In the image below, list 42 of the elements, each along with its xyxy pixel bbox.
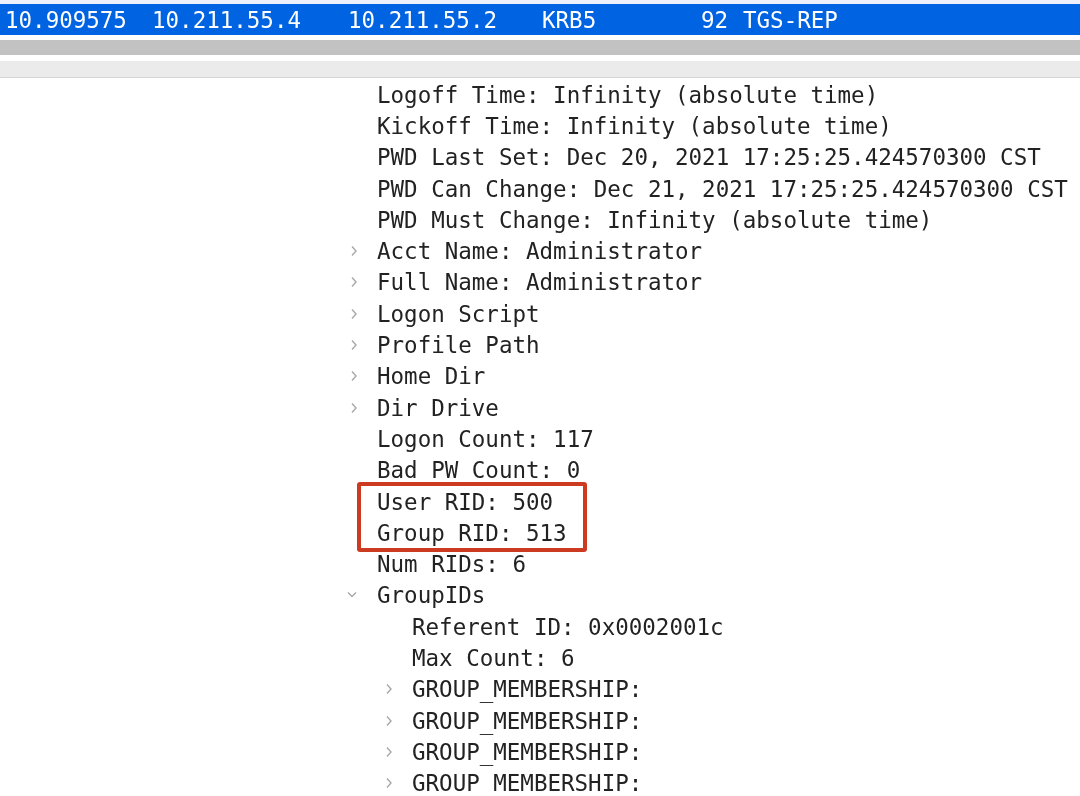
chevron-right-icon[interactable] <box>349 338 359 352</box>
tree-item[interactable]: Full Name: Administrator <box>377 269 703 296</box>
chevron-right-icon[interactable] <box>384 744 394 759</box>
tree-item: Logon Count: 117 <box>377 425 594 452</box>
protocol-cell-text: KRB5 <box>542 6 598 33</box>
source-cell-text: 10.211.55.4 <box>152 6 302 33</box>
tree-item[interactable]: Home Dir <box>377 363 486 390</box>
tree-item[interactable]: GROUP_MEMBERSHIP: <box>412 676 643 703</box>
tree-item[interactable]: Logon Script <box>377 300 540 327</box>
chevron-right-icon[interactable] <box>349 369 359 384</box>
tree-item: Group RID: 513 <box>377 519 567 546</box>
chevron-right-icon[interactable] <box>349 306 359 321</box>
time-cell-text: 10.909575 <box>4 6 128 33</box>
chevron-right-icon[interactable] <box>384 713 394 728</box>
tree-item: Bad PW Count: 0 <box>377 457 581 484</box>
tree-item[interactable]: Dir Drive <box>377 394 499 421</box>
tree-item: User RID: 500 <box>377 488 554 515</box>
tree-item: Logoff Time: Infinity (absolute time) <box>377 81 879 108</box>
tree-item[interactable]: GROUP_MEMBERSHIP: <box>412 738 643 765</box>
packet-list-row[interactable]: 10.909575 10.211.55.4 10.211.55.2 KRB5 92 TGS-REP <box>0 4 1080 35</box>
tree-item[interactable]: Acct Name: Administrator <box>377 238 703 265</box>
destination-cell-text: 10.211.55.2 <box>348 6 498 33</box>
tree-item[interactable]: GROUP_MEMBERSHIP: <box>412 707 643 734</box>
tree-item[interactable]: GROUP_MEMBERSHIP: <box>412 770 643 796</box>
chevron-right-icon[interactable] <box>384 682 394 697</box>
scroll-bar[interactable] <box>0 40 1080 55</box>
chevron-right-icon[interactable] <box>349 244 359 259</box>
chevron-right-icon[interactable] <box>349 275 359 290</box>
chevron-right-icon[interactable] <box>349 400 359 415</box>
tree-item: Num RIDs: 6 <box>377 551 526 578</box>
pane-splitter[interactable] <box>0 61 1080 78</box>
tree-item: Kickoff Time: Infinity (absolute time) <box>377 112 892 139</box>
tree-item[interactable]: GroupIDs <box>377 582 486 609</box>
tree-item[interactable]: Profile Path <box>377 332 540 358</box>
tree-item: PWD Can Change: Dec 21, 2021 17:25:25.424570300 CST <box>377 175 1068 202</box>
tree-item: Max Count: 6 <box>412 645 575 671</box>
length-cell-text: 92 <box>699 6 728 33</box>
tree-item: PWD Must Change: Infinity (absolute time) <box>377 206 933 233</box>
info-cell: TGS-REP <box>743 6 838 33</box>
tree-item: PWD Last Set: Dec 20, 2021 17:25:25.424570300 CST <box>377 144 1041 171</box>
tree-item: Referent ID: 0x0002001c <box>412 613 724 640</box>
chevron-right-icon[interactable] <box>384 776 394 791</box>
